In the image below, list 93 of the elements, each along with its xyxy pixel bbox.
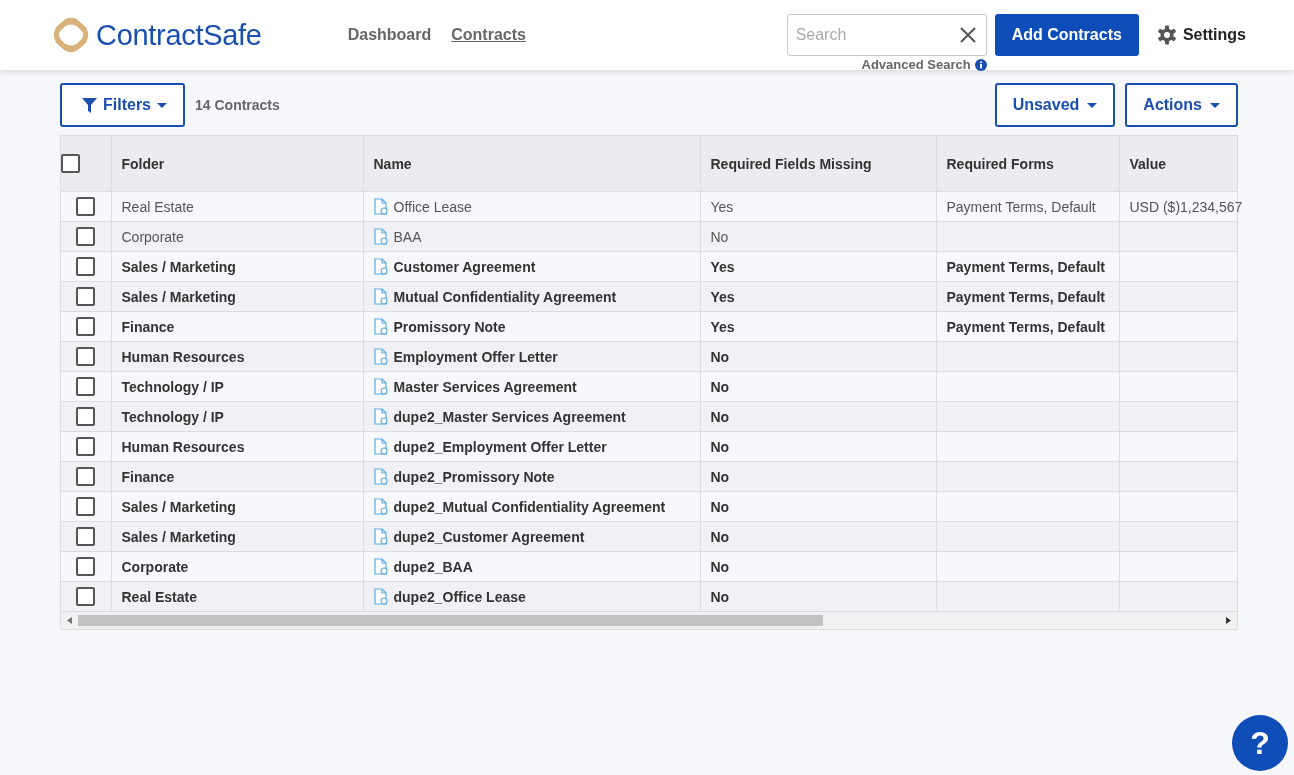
table-cell-text: No [710,348,730,365]
caret-icon [157,102,167,108]
checkbox[interactable] [76,377,96,396]
close-icon[interactable] [959,27,976,43]
document-icon [373,288,388,306]
table-cell-text: No [710,558,730,575]
table-cell-text: Human Resources [121,438,245,455]
checkbox[interactable] [76,227,96,246]
table-cell-text: Payment Terms, Default [946,198,1096,215]
document-icon [373,258,388,276]
caret-icon [1087,102,1098,108]
table-cell-text: Yes [710,288,735,305]
table-cell-text: Real Estate [121,198,194,215]
table-cell-text: Sales / Marketing [121,288,236,305]
table-cell-text: No [710,498,730,515]
column-header[interactable]: Folder [121,155,165,172]
table-cell-text: Payment Terms, Default [946,288,1105,305]
nav-link[interactable]: Dashboard [347,26,432,44]
filters-button[interactable]: Filters [60,83,185,127]
table-cell-text: Yes [710,318,735,335]
table-cell-text: Payment Terms, Default [946,318,1105,335]
table-cell-text: Finance [121,318,175,335]
checkbox[interactable] [76,257,96,276]
table-cell-text: Sales / Marketing [121,498,236,515]
table-cell-text: No [710,378,730,395]
scroll-left-icon[interactable] [67,617,72,624]
nav-link[interactable]: Contracts [451,26,526,44]
table-cell-text: No [710,408,730,425]
table-cell-text: Sales / Marketing [121,258,236,275]
column-header[interactable]: Required Forms [946,155,1054,172]
table-cell-text: No [710,468,730,485]
document-icon [373,228,388,246]
table-cell-text: Technology / IP [121,378,224,395]
document-icon [373,588,388,606]
table-cell-text: Finance [121,468,175,485]
document-icon [373,198,388,216]
checkbox[interactable] [76,437,96,456]
document-icon [373,408,388,426]
document-icon [373,318,388,336]
document-icon [373,528,388,546]
checkbox[interactable] [76,287,96,306]
document-icon [373,378,388,396]
checkbox[interactable] [76,557,96,576]
contract-count: 14 Contracts [195,97,280,113]
contract-name-link[interactable]: BAA [393,228,422,245]
checkbox[interactable] [76,497,96,516]
info-icon[interactable] [974,58,987,71]
document-icon [373,438,388,456]
settings-link[interactable]: Settings [1182,26,1246,44]
table-cell-text: Yes [710,198,734,215]
search-field[interactable]: Search [786,14,987,56]
document-icon [373,468,388,486]
table-cell-text: Yes [710,258,735,275]
checkbox[interactable] [76,197,96,216]
table-cell-text: Sales / Marketing [121,528,236,545]
table-cell-text: Technology / IP [121,408,224,425]
brand-name[interactable]: ContractSafe [96,18,262,52]
table-cell-text: Payment Terms, Default [946,258,1105,275]
help-button[interactable]: ? [1232,715,1288,771]
actions-dropdown[interactable]: Actions [1125,83,1238,127]
filter-icon [82,97,97,113]
checkbox[interactable] [76,587,96,606]
contract-name-link[interactable]: Office Lease [393,198,472,215]
table-cell-text: USD ($)1,234,567 [1129,198,1243,215]
settings-icon[interactable] [1156,25,1177,45]
document-icon [373,558,388,576]
table-cell-text: Corporate [121,228,184,245]
advanced-search-link[interactable]: Advanced Search [861,57,971,72]
checkbox[interactable] [76,317,96,336]
checkbox[interactable] [76,407,96,426]
contract-name-link[interactable]: Promissory Note [393,318,506,335]
horizontal-scrollbar[interactable] [61,612,1237,629]
table-cell-text: Corporate [121,558,189,575]
contract-name-link[interactable]: dupe2_BAA [393,558,473,575]
table-cell-text: No [710,438,730,455]
document-icon [373,348,388,366]
table-cell-text: No [710,228,729,245]
checkbox[interactable] [76,347,96,366]
table-cell-text: No [710,528,730,545]
checkbox[interactable] [76,527,96,546]
view-dropdown[interactable]: Unsaved [994,83,1116,127]
checkbox[interactable] [76,467,96,486]
table-cell-text: Real Estate [121,588,197,605]
document-icon [373,498,388,516]
column-header[interactable]: Name [373,155,412,172]
table-cell-text: Human Resources [121,348,245,365]
logo-icon [52,16,90,54]
scroll-right-icon[interactable] [1226,617,1231,624]
add-contracts-button[interactable]: Add Contracts [994,14,1139,56]
caret-icon [1210,102,1220,108]
table-cell-text: No [710,588,730,605]
checkbox[interactable] [61,154,80,173]
column-header[interactable]: Value [1129,155,1167,172]
